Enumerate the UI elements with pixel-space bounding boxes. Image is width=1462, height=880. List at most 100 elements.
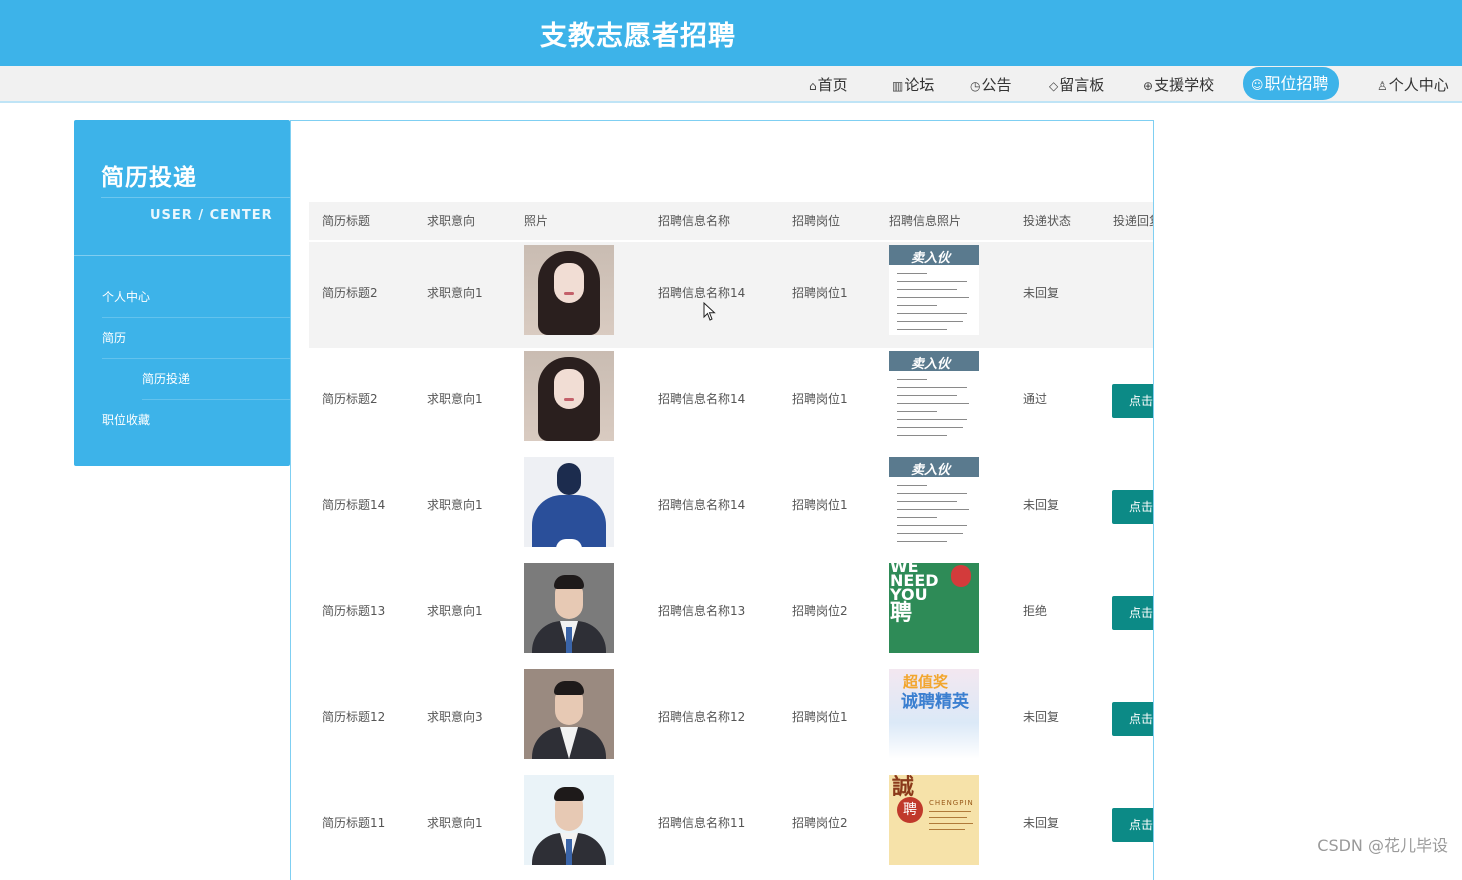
poster-text: CHENGPIN (929, 799, 974, 807)
job-poster-image: 誠 聘 CHENGPIN (889, 775, 979, 865)
intent-cell: 求职意向1 (427, 392, 483, 406)
column-header: 招聘岗位 (792, 214, 841, 228)
tag-icon: ◇ (1049, 79, 1059, 93)
intent-cell: 求职意向1 (427, 286, 483, 300)
sidebar-menu-divider (142, 399, 290, 400)
column-header: 招聘信息照片 (889, 214, 962, 228)
table-row: 简历标题11 求职意向1 招聘信息名称11 招聘岗位2 誠 聘 CHENGPIN… (309, 772, 1153, 878)
status-cell: 拒绝 (1023, 604, 1048, 618)
table-row: 简历标题2 求职意向1 招聘信息名称14 招聘岗位1 卖入伙 通过 点击 (309, 348, 1153, 454)
table-row: 简历标题2 求职意向1 招聘信息名称14 招聘岗位1 卖入伙 未回复 (309, 242, 1153, 348)
nav-item-forum[interactable]: ▥论坛 (892, 74, 934, 96)
table-row: 简历标题12 求职意向3 招聘信息名称12 招聘岗位1 超值奖 诚聘精英 未回复… (309, 666, 1153, 772)
sidebar-menu-divider (102, 358, 290, 359)
job-post-cell: 招聘岗位1 (792, 286, 848, 300)
resume-title-cell: 简历标题13 (322, 604, 386, 618)
applicant-photo (524, 563, 614, 653)
home-icon: ⌂ (809, 79, 817, 93)
sidebar-item-resume[interactable]: 简历 (102, 329, 126, 346)
nav-item-jobs[interactable]: ☺职位招聘 (1243, 67, 1339, 100)
nav-bar: ⌂首页 ▥论坛 ◷公告 ◇留言板 ⊕支援学校 ☺职位招聘 ♙个人中心 (0, 66, 1462, 103)
poster-seal: 聘 (897, 797, 923, 823)
site-title: 支教志愿者招聘 (540, 21, 736, 52)
sidebar-item-resume-delivery[interactable]: 简历投递 (142, 370, 190, 387)
sidebar-title-divider (101, 197, 290, 198)
nav-item-schools[interactable]: ⊕支援学校 (1143, 74, 1214, 96)
reply-button[interactable]: 点击 (1112, 702, 1153, 736)
resume-title-cell: 简历标题12 (322, 710, 386, 724)
announcement-icon: ◷ (970, 79, 981, 93)
nav-item-announcement[interactable]: ◷公告 (970, 74, 1012, 96)
reply-button[interactable]: 点击 (1112, 384, 1153, 418)
poster-text: 誠 (892, 775, 915, 800)
sidebar-divider (74, 255, 290, 256)
job-name-cell: 招聘信息名称11 (658, 816, 746, 830)
smile-icon: ☺ (1251, 78, 1264, 92)
sidebar-item-user-center[interactable]: 个人中心 (102, 288, 150, 305)
job-post-cell: 招聘岗位2 (792, 816, 848, 830)
intent-cell: 求职意向1 (427, 498, 483, 512)
status-cell: 未回复 (1023, 710, 1060, 724)
nav-label: 职位招聘 (1264, 74, 1329, 93)
applicant-photo (524, 457, 614, 547)
applicant-photo (524, 669, 614, 759)
nav-item-user-center[interactable]: ♙个人中心 (1377, 74, 1449, 96)
sidebar-item-favorites[interactable]: 职位收藏 (102, 411, 150, 428)
job-poster-image: 卖入伙 (889, 245, 979, 335)
poster-title: 卖入伙 (911, 357, 951, 372)
table-row: 简历标题14 求职意向1 招聘信息名称14 招聘岗位1 卖入伙 未回复 点击 (309, 454, 1153, 560)
nav-label: 留言板 (1059, 76, 1105, 94)
status-cell: 未回复 (1023, 816, 1060, 830)
reply-button[interactable]: 点击 (1112, 808, 1153, 842)
resume-title-cell: 简历标题2 (322, 392, 378, 406)
nav-label: 首页 (817, 76, 848, 94)
main-panel: 简历标题 求职意向 照片 招聘信息名称 招聘岗位 招聘信息照片 投递状态 投递回… (290, 120, 1154, 880)
status-cell: 未回复 (1023, 286, 1060, 300)
job-name-cell: 招聘信息名称14 (658, 498, 746, 512)
watermark: CSDN @花儿毕设 (1317, 836, 1448, 855)
job-poster-image: 超值奖 诚聘精英 (889, 669, 979, 759)
applicant-photo (524, 775, 614, 865)
nav-label: 公告 (981, 76, 1012, 94)
table-header: 简历标题 求职意向 照片 招聘信息名称 招聘岗位 招聘信息照片 投递状态 投递回… (309, 202, 1153, 240)
mouse-cursor-icon (703, 302, 716, 321)
column-header: 投递回复 (1113, 214, 1153, 228)
column-header: 简历标题 (322, 214, 371, 228)
job-post-cell: 招聘岗位1 (792, 392, 848, 406)
status-cell: 未回复 (1023, 498, 1060, 512)
sidebar: 简历投递 USER / CENTER 个人中心 简历 简历投递 职位收藏 (74, 120, 290, 466)
job-name-cell: 招聘信息名称13 (658, 604, 746, 618)
top-banner: 支教志愿者招聘 (0, 0, 1462, 66)
nav-item-home[interactable]: ⌂首页 (809, 74, 848, 96)
status-cell: 通过 (1023, 392, 1048, 406)
poster-text: 诚聘精英 (901, 692, 969, 712)
poster-title: 卖入伙 (911, 251, 951, 266)
intent-cell: 求职意向1 (427, 604, 483, 618)
sidebar-title: 简历投递 (101, 165, 197, 191)
nav-label: 论坛 (904, 76, 935, 94)
applicant-photo (524, 245, 614, 335)
nav-label: 个人中心 (1388, 76, 1449, 94)
nav-item-message-board[interactable]: ◇留言板 (1049, 74, 1104, 96)
job-poster-image: 卖入伙 (889, 457, 979, 547)
resume-title-cell: 简历标题14 (322, 498, 386, 512)
sidebar-subtitle: USER / CENTER (150, 208, 273, 223)
intent-cell: 求职意向1 (427, 816, 483, 830)
sidebar-menu-divider (102, 317, 290, 318)
column-header: 求职意向 (427, 214, 476, 228)
reply-button[interactable]: 点击 (1112, 596, 1153, 630)
column-header: 投递状态 (1023, 214, 1072, 228)
job-name-cell: 招聘信息名称14 (658, 392, 746, 406)
job-post-cell: 招聘岗位1 (792, 710, 848, 724)
job-name-cell: 招聘信息名称12 (658, 710, 746, 724)
reply-button[interactable]: 点击 (1112, 490, 1153, 524)
column-header: 招聘信息名称 (658, 214, 731, 228)
poster-text: 聘 (890, 601, 913, 626)
job-name-cell: 招聘信息名称14 (658, 286, 746, 300)
job-post-cell: 招聘岗位2 (792, 604, 848, 618)
applicant-photo (524, 351, 614, 441)
user-icon: ♙ (1377, 79, 1388, 93)
job-post-cell: 招聘岗位1 (792, 498, 848, 512)
job-poster-image: WE NEED YOU 聘 (889, 563, 979, 653)
resume-title-cell: 简历标题11 (322, 816, 386, 830)
